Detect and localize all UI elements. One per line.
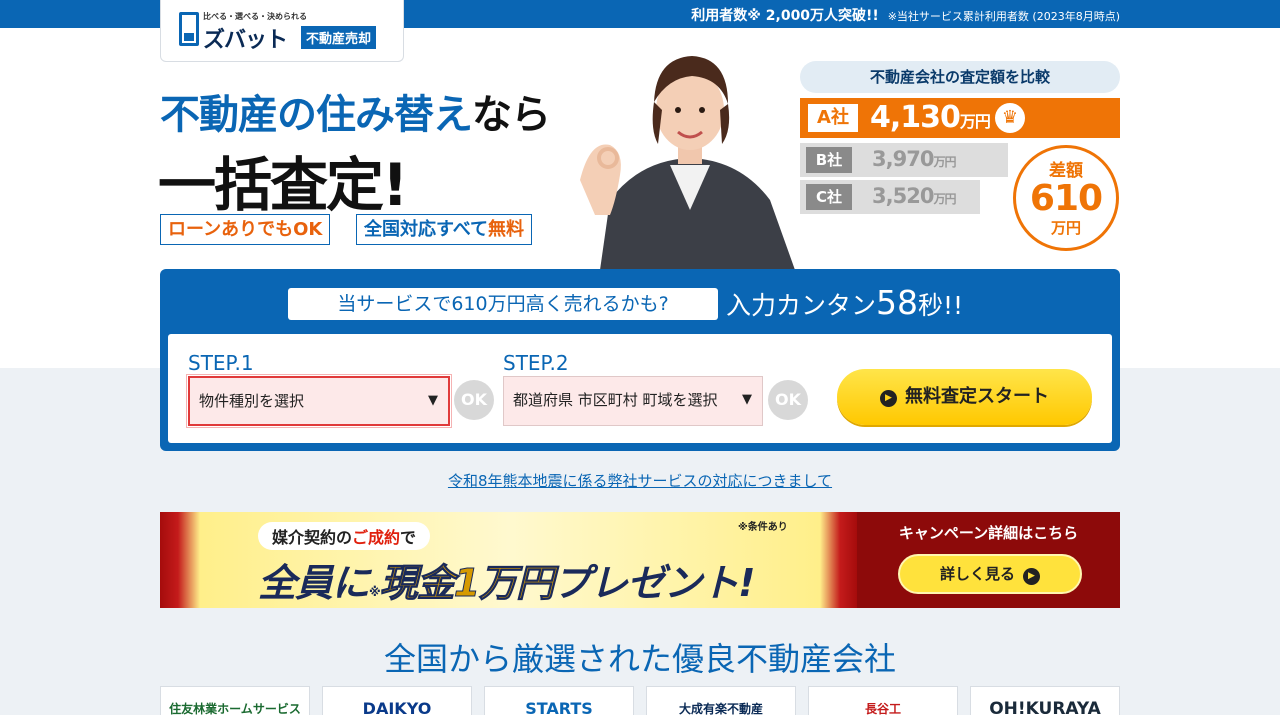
campaign-subtitle: 媒介契約のご成約で [258, 522, 431, 550]
users-count-note: ※当社サービス累計利用者数 (2023年8月時点) [887, 10, 1120, 23]
logo-mark-icon [179, 12, 199, 46]
form-pill-text: 当サービスで610万円高く売れるかも? [288, 288, 718, 320]
area-select[interactable]: 都道府県 市区町村 町域を選択 ▼ [503, 376, 763, 426]
area-select-value: 都道府県 市区町村 町域を選択 [513, 391, 718, 409]
company-c-value: 3,520万円 [872, 184, 956, 208]
form-headline-number: 58 [876, 283, 919, 322]
company-logo-ohkuraya[interactable]: OH!KURAYA [970, 686, 1120, 715]
campaign-details-label: 詳しく見る [939, 565, 1015, 583]
difference-value: 610 [1029, 178, 1103, 219]
nationwide-free-tag: 全国対応すべて無料 [356, 214, 533, 245]
campaign-condition-note: ※条件あり [738, 522, 788, 533]
dropdown-arrow-icon: ▼ [428, 393, 438, 408]
free-text: 無料 [488, 219, 525, 240]
play-icon: ▶ [1023, 568, 1040, 585]
company-a-row: A社 4,130万円 [800, 98, 1120, 138]
play-icon: ▶ [880, 390, 897, 407]
comparison-title: 不動産会社の査定額を比較 [800, 61, 1120, 93]
step1-label: STEP.1 [188, 351, 254, 375]
logo-name: ズバット [203, 28, 288, 53]
hero-title-blue: 不動産の住み替え [160, 92, 473, 138]
form-headline-pre: 入力カンタン [726, 291, 877, 320]
campaign-main-mark: ※ [369, 585, 381, 599]
start-assessment-label: 無料査定スタート [905, 386, 1049, 407]
campaign-main-gold: 現金1万円 [379, 561, 554, 606]
loan-ok-tag: ローンありでもOK [160, 214, 331, 245]
hero-title: 不動産の住み替えなら [160, 82, 551, 140]
company-b-amount: 3,970 [872, 147, 934, 171]
users-count-text: 利用者数※ 2,000万人突破!! ※当社サービス累計利用者数 (2023年8月… [691, 5, 1120, 25]
company-a-label: A社 [808, 104, 858, 132]
company-b-label: B社 [806, 147, 852, 173]
dropdown-arrow-icon: ▼ [742, 392, 752, 407]
company-logo-haseko[interactable]: 長谷工 [808, 686, 958, 715]
step1-ok-indicator: OK [454, 380, 494, 420]
campaign-sub-pre: 媒介契約の [272, 528, 353, 547]
assessment-form-panel: 当サービスで610万円高く売れるかも? 入力カンタン58秒!! STEP.1 物… [160, 269, 1120, 451]
company-b-unit: 万円 [933, 155, 956, 169]
property-type-select[interactable]: 物件種別を選択 ▼ [186, 374, 452, 428]
start-assessment-button[interactable]: ▶ 無料査定スタート [837, 369, 1092, 425]
company-logo-taisei[interactable]: 大成有楽不動産 [646, 686, 796, 715]
campaign-sub-post: で [400, 528, 417, 547]
users-count: 利用者数※ 2,000万人突破!! [691, 8, 879, 24]
form-headline-post: 秒!! [918, 291, 964, 320]
company-logo-daikyo[interactable]: DAIKYO [322, 686, 472, 715]
company-c-row: C社 3,520万円 [800, 180, 980, 214]
crown-icon: ♛ [995, 103, 1025, 133]
nationwide-text: 全国対応すべて [364, 219, 489, 240]
campaign-details-title: キャンペーン詳細はこちら [898, 524, 1079, 542]
campaign-headline: 全員に※現金1万円プレゼント! [258, 552, 755, 607]
site-logo[interactable]: 比べる・選べる・決められる ズバット 不動産売却 [160, 0, 404, 62]
company-c-unit: 万円 [933, 192, 956, 206]
company-b-row: B社 3,970万円 [800, 143, 1008, 177]
company-a-amount: 4,130 [870, 100, 961, 135]
company-a-unit: 万円 [959, 112, 991, 131]
logo-tagline: 比べる・選べる・決められる [203, 12, 307, 21]
campaign-banner[interactable]: 媒介契約のご成約で ※条件あり 全員に※現金1万円プレゼント! キャンペーン詳細… [160, 512, 1120, 608]
agent-person-image [580, 56, 795, 270]
company-logo-sumitomo[interactable]: 住友林業ホームサービス [160, 686, 310, 715]
company-logo-starts[interactable]: STARTS [484, 686, 634, 715]
campaign-main-post: プレゼント! [553, 561, 755, 605]
company-b-value: 3,970万円 [872, 147, 956, 171]
step2-label: STEP.2 [503, 351, 569, 375]
difference-badge: 差額 610 万円 [1013, 145, 1119, 251]
partner-section-title: 全国から厳選された優良不動産会社 [383, 640, 896, 678]
difference-unit: 万円 [1050, 219, 1081, 237]
step2-ok-indicator: OK [768, 380, 808, 420]
company-c-amount: 3,520 [872, 184, 934, 208]
company-c-label: C社 [806, 184, 852, 210]
form-body: STEP.1 物件種別を選択 ▼ OK STEP.2 都道府県 市区町村 町域を… [168, 334, 1112, 443]
logo-badge: 不動産売却 [301, 26, 377, 49]
hero-title-black: なら [472, 92, 551, 138]
property-type-select-value: 物件種別を選択 [199, 392, 305, 410]
campaign-sub-emphasis: ご成約 [352, 528, 401, 547]
hero-subtitle: 一括査定! [158, 151, 408, 219]
company-a-value: 4,130万円 [870, 100, 991, 135]
form-headline: 入力カンタン58秒!! [726, 283, 963, 322]
campaign-details-button[interactable]: 詳しく見る ▶ [898, 554, 1082, 594]
campaign-main-pre: 全員に [258, 561, 370, 605]
earthquake-notice-link[interactable]: 令和8年熊本地震に係る弊社サービスの対応につきまして [0, 470, 1280, 491]
